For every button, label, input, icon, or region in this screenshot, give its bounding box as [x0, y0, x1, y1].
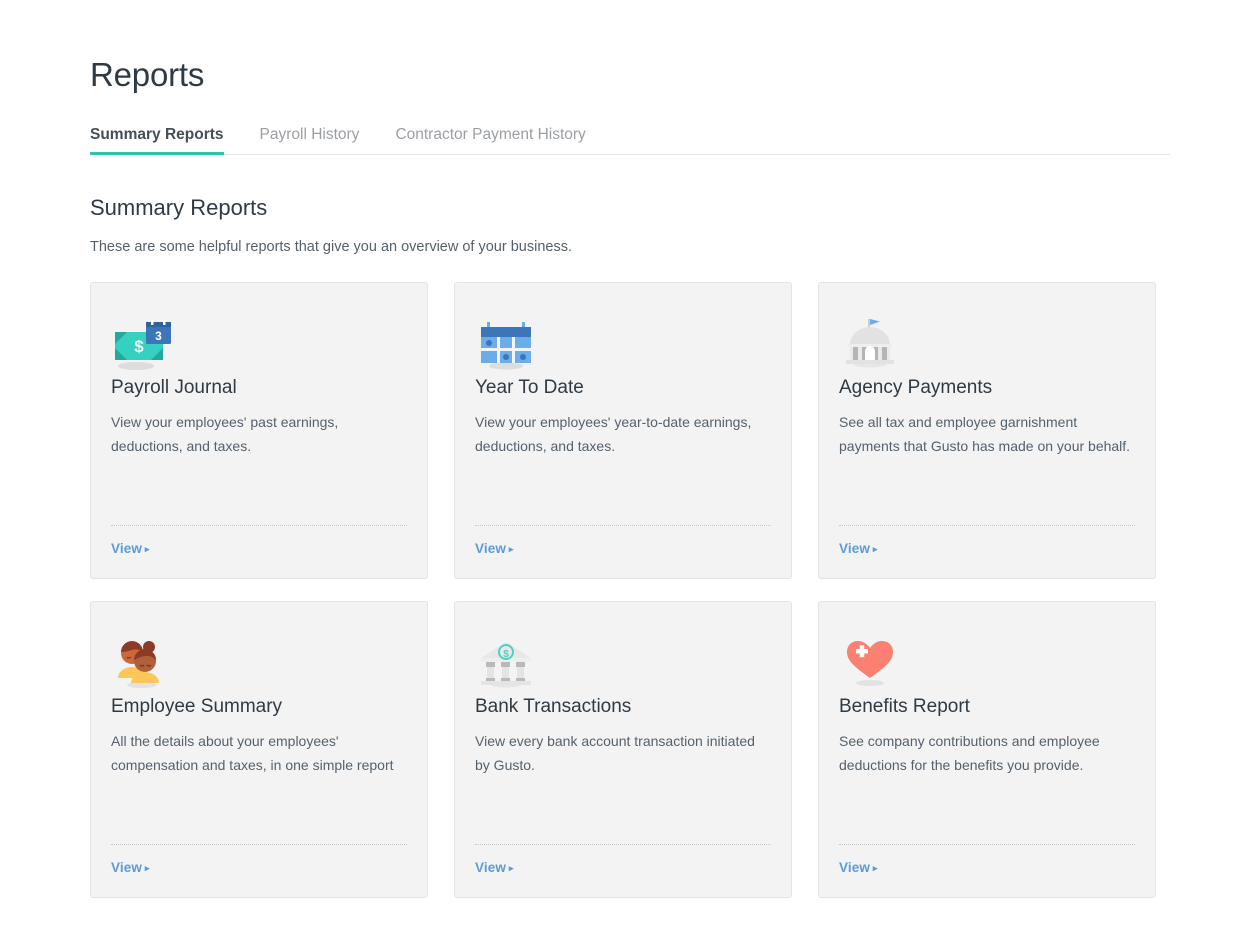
card-title: Bank Transactions [475, 695, 632, 717]
tab-label: Summary Reports [90, 126, 224, 144]
report-card-agency-payments[interactable]: Agency Payments See all tax and employee… [818, 281, 1156, 579]
card-footer: View ▸ [111, 843, 407, 877]
view-link[interactable]: View ▸ [839, 860, 878, 875]
card-description: See all tax and employee garnishment pay… [839, 413, 1131, 454]
card-description: View every bank account transaction init… [475, 732, 755, 773]
card-footer: View ▸ [111, 524, 407, 558]
card-title: Benefits Report [839, 695, 970, 717]
tab-label: Contractor Payment History [395, 126, 586, 144]
svg-text:$: $ [134, 337, 144, 356]
reports-page: Reports Summary Reports Payroll History … [0, 0, 1250, 950]
svg-text:$: $ [503, 649, 509, 660]
card-icon [111, 624, 407, 690]
page-title: Reports [90, 56, 205, 93]
card-title: Agency Payments [839, 376, 993, 398]
calendar-icon [475, 319, 537, 371]
view-link-label: View [475, 540, 506, 556]
view-link[interactable]: View ▸ [475, 860, 514, 875]
card-description: View your employees' past earnings, dedu… [111, 413, 339, 454]
card-icon: $ 3 [111, 305, 407, 371]
view-link-label: View [475, 859, 506, 875]
card-footer: View ▸ [475, 843, 771, 877]
card-description: All the details about your employees' co… [111, 732, 394, 773]
view-link-label: View [839, 540, 870, 556]
money-calendar-icon: $ 3 [111, 319, 173, 371]
card-footer: View ▸ [839, 524, 1135, 558]
view-link[interactable]: View ▸ [475, 541, 514, 556]
card-icon [839, 624, 1135, 690]
card-description: See company contributions and employee d… [839, 732, 1100, 773]
report-card-year-to-date[interactable]: Year To Date View your employees' year-t… [454, 281, 792, 579]
caret-right-icon: ▸ [508, 862, 514, 873]
view-link[interactable]: View ▸ [839, 541, 878, 556]
section-title: Summary Reports [90, 194, 268, 220]
caret-right-icon: ▸ [508, 543, 514, 554]
view-link-label: View [111, 859, 142, 875]
report-card-grid: $ 3 Payroll Journal View your employees'… [90, 281, 1170, 898]
card-title: Year To Date [475, 376, 584, 398]
report-card-employee-summary[interactable]: Employee Summary All the details about y… [90, 600, 428, 898]
two-people-icon [111, 636, 173, 690]
page-content: Reports Summary Reports Payroll History … [90, 56, 1170, 898]
section-subtitle: These are some helpful reports that give… [90, 239, 572, 256]
report-card-bank-transactions[interactable]: $ Bank Transactions View every bank acco… [454, 600, 792, 898]
caret-right-icon: ▸ [144, 862, 150, 873]
bank-icon: $ [475, 634, 537, 690]
card-title: Employee Summary [111, 695, 283, 717]
heart-plus-icon [839, 636, 901, 690]
card-title: Payroll Journal [111, 376, 237, 398]
badge-number: 3 [155, 329, 162, 343]
caret-right-icon: ▸ [872, 543, 878, 554]
view-link[interactable]: View ▸ [111, 860, 150, 875]
tab-bar: Summary Reports Payroll History Contract… [90, 120, 1170, 155]
government-building-icon [839, 315, 901, 371]
card-icon: $ [475, 624, 771, 690]
tab-payroll-history[interactable]: Payroll History [260, 127, 360, 154]
caret-right-icon: ▸ [144, 543, 150, 554]
view-link[interactable]: View ▸ [111, 541, 150, 556]
tab-label: Payroll History [259, 126, 360, 144]
card-icon [839, 305, 1135, 371]
card-footer: View ▸ [839, 843, 1135, 877]
caret-right-icon: ▸ [872, 862, 878, 873]
tab-summary-reports[interactable]: Summary Reports [90, 126, 224, 155]
card-description: View your employees' year-to-date earnin… [475, 413, 752, 454]
tab-contractor-payment-history[interactable]: Contractor Payment History [395, 127, 585, 154]
card-footer: View ▸ [475, 524, 771, 558]
view-link-label: View [839, 859, 870, 875]
view-link-label: View [111, 540, 142, 556]
report-card-benefits-report[interactable]: Benefits Report See company contribution… [818, 600, 1156, 898]
card-icon [475, 305, 771, 371]
report-card-payroll-journal[interactable]: $ 3 Payroll Journal View your employees'… [90, 281, 428, 579]
